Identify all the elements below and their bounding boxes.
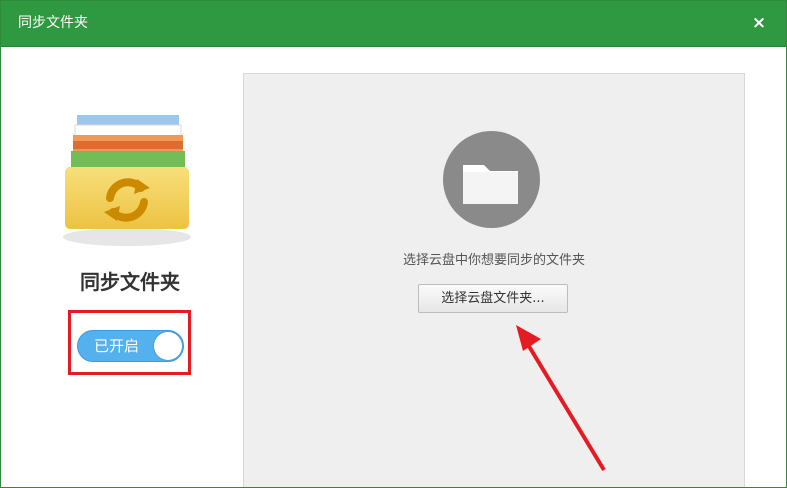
empty-folder-icon — [443, 131, 540, 228]
red-arrow-annotation — [516, 325, 606, 472]
toggle-label: 已开启 — [94, 337, 140, 355]
sync-folder-heading: 同步文件夹 — [80, 270, 180, 294]
folder-sync-icon — [59, 73, 195, 247]
sync-folder-dialog: 同步文件夹 × 同步文件夹 已开启 选择云盘中你想要同步的文件夹 选择云盘文件夹… — [0, 0, 787, 488]
choose-cloud-folder-button[interactable]: 选择云盘文件夹... — [418, 284, 568, 313]
select-cloud-folder-hint: 选择云盘中你想要同步的文件夹 — [402, 253, 585, 268]
close-button[interactable]: × — [746, 10, 772, 36]
window-title: 同步文件夹 — [18, 15, 88, 31]
toggle-knob — [154, 332, 182, 360]
sync-enabled-toggle[interactable]: 已开启 — [77, 330, 184, 362]
title-bar[interactable]: 同步文件夹 × — [1, 1, 786, 47]
